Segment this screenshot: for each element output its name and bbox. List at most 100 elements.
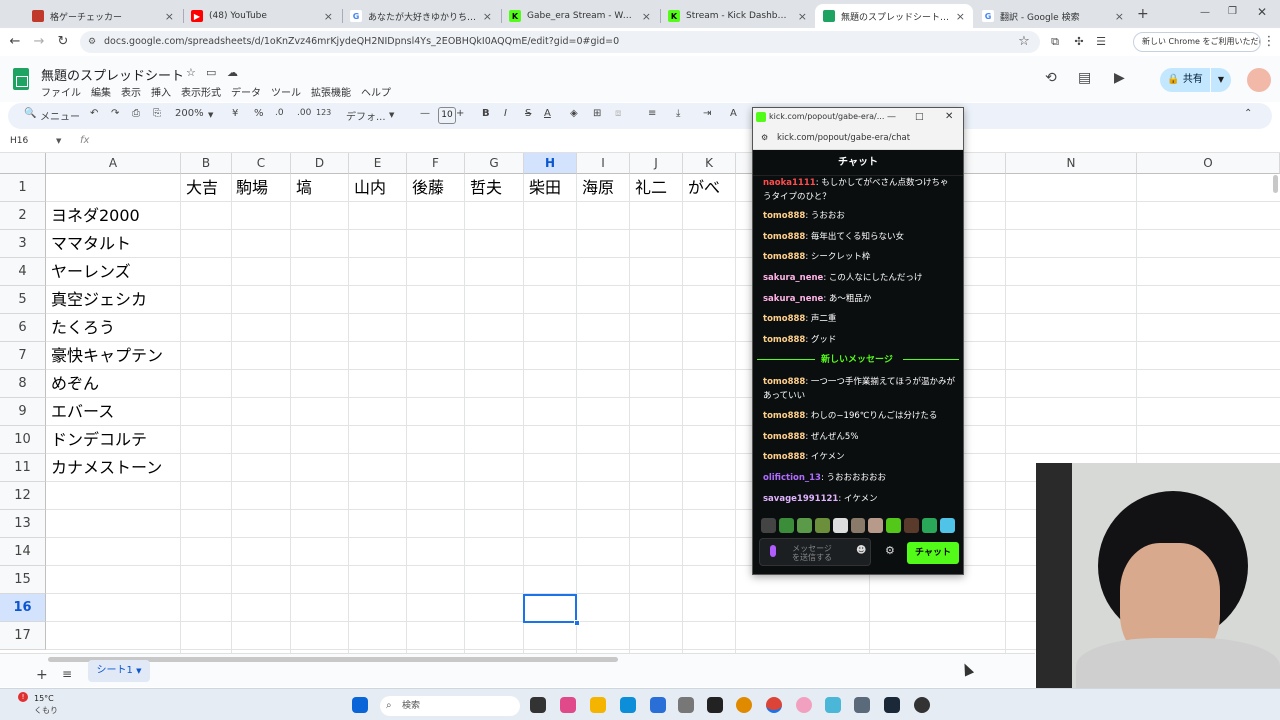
cell-A4[interactable]: ヤーレンズ (51, 258, 131, 286)
copilot-icon[interactable] (560, 697, 576, 713)
browser-tab[interactable]: K Gabe_era Stream - Watch Live × (501, 4, 659, 28)
browser-tab[interactable]: 格ゲーチェッカー × (24, 4, 182, 28)
font-size-plus-icon[interactable]: + (456, 108, 464, 119)
browser-tab[interactable]: G あなたが大好きゆかりちゃん一ぱん × (342, 4, 500, 28)
forward-icon[interactable]: → (30, 33, 48, 51)
cell-E1[interactable]: 山内 (354, 174, 386, 202)
number-format-button[interactable]: 123 (316, 108, 331, 117)
avatar[interactable] (1247, 68, 1271, 92)
app-icon[interactable] (796, 697, 812, 713)
chat-username[interactable]: tomo888 (763, 232, 805, 242)
cell-J1[interactable]: 礼二 (635, 174, 667, 202)
browser-tab[interactable]: G 翻訳 - Google 検索 × (974, 4, 1132, 28)
row-header[interactable]: 14 (0, 538, 46, 566)
emoji-icon[interactable]: ☻ (856, 545, 866, 556)
chat-username[interactable]: naoka1111 (763, 178, 816, 188)
store-icon[interactable] (650, 697, 666, 713)
italic-button[interactable]: I (504, 108, 507, 119)
text-rotation-icon[interactable]: A (730, 108, 737, 119)
row-header[interactable]: 6 (0, 314, 46, 342)
weather-temp[interactable]: 15°C (34, 694, 54, 703)
row-header[interactable]: 9 (0, 398, 46, 426)
row-header[interactable]: 3 (0, 230, 46, 258)
row-header[interactable]: 8 (0, 370, 46, 398)
font-select[interactable]: デフォ... (346, 108, 386, 123)
borders-icon[interactable]: ⊞ (593, 108, 601, 119)
emote-icon[interactable] (940, 518, 955, 533)
merge-cells-icon[interactable]: ⧈ (615, 108, 621, 119)
send-chat-button[interactable]: チャット (907, 542, 959, 564)
weather-desc[interactable]: くもり (34, 705, 58, 716)
minimize-icon[interactable]: — (1200, 7, 1210, 18)
obs-icon[interactable] (707, 697, 723, 713)
menu-help[interactable]: ヘルプ (361, 84, 391, 99)
close-icon[interactable]: × (1115, 10, 1124, 23)
chat-username[interactable]: savage1991121 (763, 494, 838, 504)
percent-button[interactable]: % (254, 108, 264, 119)
settings-gear-icon[interactable]: ⚙ (885, 544, 895, 557)
cell-F1[interactable]: 後藤 (412, 174, 444, 202)
menu-insert[interactable]: 挿入 (151, 84, 171, 99)
row-header[interactable]: 12 (0, 482, 46, 510)
cell-A11[interactable]: カナメストーン (51, 454, 162, 482)
more-menu-icon[interactable]: ⋮ (1260, 33, 1278, 51)
column-header[interactable]: F (407, 153, 465, 174)
print-icon[interactable]: ⎙ (132, 108, 140, 119)
emote-icon[interactable] (850, 518, 866, 533)
select-all-corner[interactable] (0, 153, 46, 174)
emote-icon[interactable] (778, 518, 794, 533)
emote-icon[interactable] (886, 518, 902, 533)
new-tab-icon[interactable]: + (1137, 6, 1149, 22)
windows-start-icon[interactable] (352, 697, 368, 713)
cell-D1[interactable]: 塙 (296, 174, 312, 202)
extensions-icon[interactable]: ⧉ (1046, 33, 1064, 51)
chrome-update-button[interactable]: 新しい Chrome をご利用いただけます (1133, 32, 1261, 52)
search-icon[interactable]: 🔍 (24, 108, 36, 119)
collapse-toolbar-icon[interactable]: ⌃ (1244, 108, 1252, 119)
edge-icon[interactable] (620, 697, 636, 713)
star-icon[interactable]: ☆ (186, 66, 196, 79)
decrease-decimal-button[interactable]: .0 (275, 108, 284, 118)
chat-input[interactable]: メッセージを送信する ☻ (759, 538, 871, 566)
microphone-icon[interactable] (770, 545, 776, 557)
task-view-icon[interactable] (530, 697, 546, 713)
menu-search[interactable]: メニュー (40, 108, 80, 123)
media-icon[interactable]: ☰ (1092, 33, 1110, 51)
column-header[interactable]: B (181, 153, 232, 174)
close-window-icon[interactable]: ✕ (1257, 5, 1267, 19)
currency-button[interactable]: ¥ (232, 108, 238, 119)
app-icon[interactable] (678, 697, 694, 713)
row-header[interactable]: 11 (0, 454, 46, 482)
paint-format-icon[interactable]: ⎘ (153, 108, 161, 119)
vertical-scrollbar[interactable] (1273, 175, 1278, 193)
move-folder-icon[interactable]: ▭ (206, 66, 216, 79)
increase-decimal-button[interactable]: .00 (297, 108, 311, 118)
emote-icon[interactable] (796, 518, 812, 533)
menu-tools[interactable]: ツール (271, 84, 301, 99)
fill-handle[interactable] (574, 620, 580, 626)
selected-cell[interactable] (523, 594, 577, 623)
minimize-icon[interactable]: — (887, 108, 896, 126)
cell-C1[interactable]: 駒場 (236, 174, 268, 202)
app-icon[interactable] (736, 697, 752, 713)
align-horizontal-icon[interactable]: ≡ (648, 108, 656, 119)
all-sheets-icon[interactable]: ≡ (62, 667, 72, 681)
chat-username[interactable]: sakura_nene (763, 273, 823, 283)
close-icon[interactable]: × (165, 10, 174, 23)
cell-B1[interactable]: 大吉 (186, 174, 218, 202)
column-header[interactable]: A (46, 153, 181, 174)
font-size-input[interactable]: 10 (438, 107, 456, 124)
chat-username[interactable]: tomo888 (763, 211, 805, 221)
chat-username[interactable]: tomo888 (763, 452, 805, 462)
font-size-minus-icon[interactable]: — (420, 108, 430, 119)
app-icon[interactable] (914, 697, 930, 713)
cell-A7[interactable]: 豪快キャプテン (51, 342, 163, 370)
emote-icon[interactable] (832, 518, 848, 533)
reload-icon[interactable]: ↻ (54, 33, 72, 51)
puzzle-icon[interactable]: ✣ (1070, 33, 1088, 51)
row-header[interactable]: 1 (0, 174, 46, 202)
cell-G1[interactable]: 哲夫 (470, 174, 502, 202)
emote-icon[interactable] (761, 518, 776, 533)
row-header[interactable]: 15 (0, 566, 46, 594)
column-header[interactable]: O (1137, 153, 1280, 174)
